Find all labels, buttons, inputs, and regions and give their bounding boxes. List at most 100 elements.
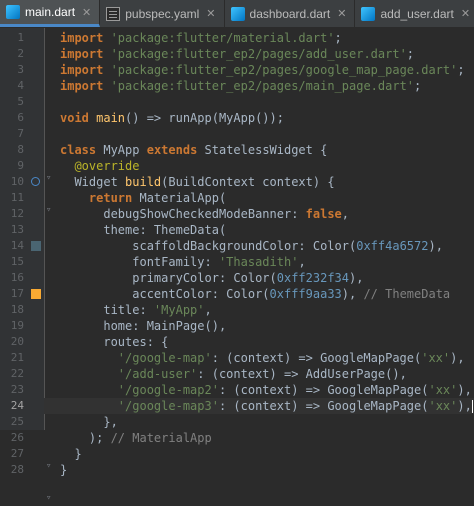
- code-token: title:: [60, 303, 154, 317]
- code-line[interactable]: '/add-user': (context) => AddUserPage(),: [60, 366, 474, 382]
- code-line[interactable]: theme: ThemeData(: [60, 222, 474, 238]
- code-token: import: [60, 63, 111, 77]
- close-tab-icon[interactable]: ✕: [461, 7, 470, 20]
- line-number: 4: [17, 79, 24, 92]
- tab-pubspec-yaml[interactable]: pubspec.yaml ✕: [100, 0, 225, 27]
- fold-toggle-icon[interactable]: ▿: [46, 490, 54, 506]
- code-token: ),: [349, 271, 364, 285]
- code-token: StatelessWidget {: [204, 143, 328, 157]
- code-line[interactable]: void main() => runApp(MyApp());: [60, 110, 474, 126]
- code-token: ;: [457, 63, 465, 77]
- code-line[interactable]: home: MainPage(),: [60, 318, 474, 334]
- code-token: : (context) => GoogleMapPage(: [218, 399, 429, 413]
- code-line[interactable]: }: [60, 446, 474, 462]
- code-token: ),: [457, 399, 472, 413]
- code-token: 'MyApp': [153, 303, 205, 317]
- editor-tab-bar: main.dart ✕ pubspec.yaml ✕ dashboard.dart ✕ ad…: [0, 0, 474, 28]
- code-token: ;: [414, 79, 422, 93]
- code-token: 'xx': [421, 351, 451, 365]
- code-line[interactable]: title: 'MyApp',: [60, 302, 474, 318]
- line-number: 10: [10, 175, 24, 188]
- code-line[interactable]: '/google-map': (context) => GoogleMapPag…: [60, 350, 474, 366]
- code-token: Widget: [60, 175, 126, 189]
- override-marker-icon[interactable]: [31, 177, 40, 186]
- line-number: 25: [10, 415, 24, 428]
- code-line[interactable]: scaffoldBackgroundColor: Color(0xff4a657…: [60, 238, 474, 254]
- code-token: ;: [406, 47, 415, 61]
- line-number: 19: [10, 319, 24, 332]
- code-token: '/google-map2': [117, 383, 219, 397]
- code-line[interactable]: return MaterialApp(: [60, 190, 474, 206]
- code-token: home: MainPage(),: [60, 319, 227, 333]
- code-token: return: [88, 191, 140, 205]
- code-token: 'xx': [428, 383, 458, 397]
- code-token: scaffoldBackgroundColor: Color(: [60, 239, 357, 253]
- line-number: 18: [10, 303, 24, 316]
- code-token: fontFamily:: [60, 255, 219, 269]
- code-token: 'Thasadith': [218, 255, 299, 269]
- line-number: 24: [10, 399, 24, 412]
- code-token: MaterialApp(: [139, 191, 227, 205]
- code-token: ),: [457, 383, 472, 397]
- line-number: 21: [10, 351, 24, 364]
- code-token: : (context) => GoogleMapPage(: [211, 351, 422, 365]
- close-tab-icon[interactable]: ✕: [206, 7, 215, 20]
- code-line[interactable]: fontFamily: 'Thasadith',: [60, 254, 474, 270]
- code-line[interactable]: import 'package:flutter_ep2/pages/add_us…: [60, 46, 474, 62]
- color-swatch-icon: [31, 241, 41, 251]
- code-line[interactable]: @override: [60, 158, 474, 174]
- code-editor[interactable]: 1 2 3 4 5 6 7 8 9 10 11 12 13 14 15 16 17 18 19 20 21 22 23 24 2…: [0, 28, 474, 503]
- tab-main-dart[interactable]: main.dart ✕: [0, 0, 101, 27]
- line-number-gutter: 1 2 3 4 5 6 7 8 9 10 11 12 13 14 15 16 17 18 19 20 21 22 23 24 2…: [0, 28, 45, 476]
- code-token: import: [60, 31, 111, 45]
- code-line[interactable]: primaryColor: Color(0xff232f34),: [60, 270, 474, 286]
- code-line[interactable]: routes: {: [60, 334, 474, 350]
- code-token: build: [125, 175, 162, 189]
- code-token: ),: [341, 287, 364, 301]
- code-line[interactable]: debugShowCheckedModeBanner: false,: [60, 206, 474, 222]
- code-line[interactable]: accentColor: Color(0xfff9aa33), // Theme…: [60, 286, 474, 302]
- code-token: ),: [450, 351, 465, 365]
- line-number: 12: [10, 207, 24, 220]
- code-line[interactable]: [60, 126, 474, 142]
- code-line[interactable]: '/google-map3': (context) => GoogleMapPa…: [44, 398, 474, 414]
- code-token: // MaterialApp: [110, 431, 212, 445]
- fold-toggle-icon[interactable]: ▿: [46, 458, 54, 474]
- code-line[interactable]: Widget build(BuildContext context) {: [60, 174, 474, 190]
- code-line[interactable]: '/google-map2': (context) => GoogleMapPa…: [60, 382, 474, 398]
- code-line[interactable]: }: [60, 462, 474, 478]
- code-line[interactable]: import 'package:flutter_ep2/pages/google…: [60, 62, 474, 78]
- code-line[interactable]: class MyApp extends StatelessWidget {: [60, 142, 474, 158]
- code-line[interactable]: import 'package:flutter_ep2/pages/main_p…: [60, 78, 474, 94]
- code-token: // ThemeData: [363, 287, 451, 301]
- line-number: 11: [10, 191, 24, 204]
- tab-add-user-dart[interactable]: add_user.dart ✕: [355, 0, 474, 27]
- line-number: 23: [10, 383, 24, 396]
- code-line[interactable]: [60, 94, 474, 110]
- code-token: extends: [146, 143, 205, 157]
- close-tab-icon[interactable]: ✕: [337, 7, 346, 20]
- code-line[interactable]: import 'package:flutter/material.dart';: [60, 30, 474, 46]
- code-token: false: [305, 207, 342, 221]
- code-token: 0xff4a6572: [356, 239, 429, 253]
- tab-dashboard-dart[interactable]: dashboard.dart ✕: [225, 0, 356, 27]
- code-token: ,: [298, 255, 306, 269]
- dart-file-icon: [230, 6, 245, 21]
- code-area[interactable]: import 'package:flutter/material.dart'; i…: [44, 28, 474, 477]
- code-token: '/google-map': [117, 351, 212, 365]
- code-token: void: [60, 111, 97, 125]
- code-line[interactable]: ); // MaterialApp: [60, 430, 474, 446]
- close-tab-icon[interactable]: ✕: [82, 6, 91, 19]
- code-token: 'xx': [428, 399, 458, 413]
- fold-toggle-icon[interactable]: ▿: [46, 170, 54, 186]
- code-token: 0xff232f34: [276, 271, 349, 285]
- code-line[interactable]: },: [60, 414, 474, 430]
- code-token: );: [60, 431, 111, 445]
- code-token: : (context) => AddUserPage(),: [197, 367, 407, 381]
- fold-toggle-icon[interactable]: ▿: [46, 202, 54, 218]
- line-number: 28: [10, 463, 24, 476]
